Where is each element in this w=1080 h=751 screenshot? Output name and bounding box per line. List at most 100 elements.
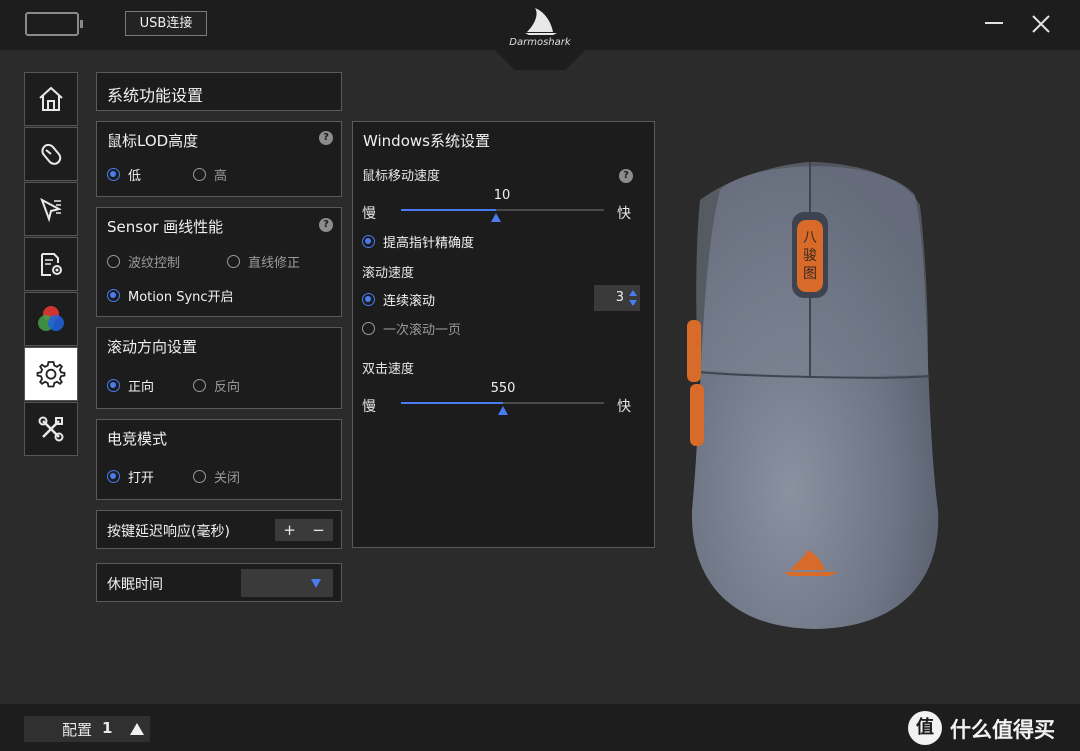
help-icon[interactable]: ? (319, 131, 333, 145)
radio-dot (107, 470, 120, 483)
pointer-speed-fast-label: 快 (617, 206, 631, 222)
scroll-lines-value: 3 (615, 290, 624, 305)
sidebar-item-rgb[interactable] (24, 292, 78, 346)
radio-dot (107, 379, 120, 392)
svg-text:八: 八 (803, 230, 817, 246)
shark-fin-icon (525, 8, 557, 35)
double-click-speed-title: 双击速度 (362, 362, 415, 377)
sleep-title: 休眠时间 (107, 577, 163, 593)
double-click-speed-value: 550 (490, 381, 516, 396)
pointer-speed-slider[interactable] (401, 209, 604, 211)
sidebar-item-mouse[interactable] (24, 127, 78, 181)
lod-high-radio[interactable]: 高 (193, 165, 227, 184)
battery-icon (25, 12, 83, 36)
continuous-scroll-radio[interactable]: 连续滚动 (362, 290, 435, 309)
system-settings-header: 系统功能设置 (96, 72, 342, 111)
straight-correction-radio[interactable]: 直线修正 (227, 252, 300, 271)
esports-off-label: 关闭 (214, 471, 241, 486)
page-scroll-radio[interactable]: 一次滚动一页 (362, 319, 461, 338)
double-click-fast-label: 快 (617, 399, 631, 415)
slider-fill (401, 209, 497, 211)
dropdown-arrow-icon (311, 579, 321, 588)
stepper-arrows-icon[interactable] (629, 290, 637, 306)
profile-label: 配置 (62, 721, 93, 739)
watermark-text: 什么值得买 (950, 718, 1055, 742)
radio-dot (107, 168, 120, 181)
enhance-precision-label: 提高指针精确度 (383, 236, 475, 251)
footer-bar: 配置 1 值 什么值得买 (0, 704, 1080, 751)
help-icon[interactable]: ? (619, 169, 633, 183)
pointer-speed-slider-thumb[interactable] (491, 213, 502, 222)
scroll-direction-title: 滚动方向设置 (107, 338, 198, 356)
pointer-speed-slow-label: 慢 (362, 206, 376, 222)
lod-low-label: 低 (128, 169, 142, 184)
lod-high-label: 高 (214, 169, 228, 184)
debounce-minus-button[interactable]: − (304, 519, 333, 541)
profile-up-arrow-icon[interactable] (130, 723, 144, 735)
mouse-icon (41, 143, 62, 165)
minimize-button[interactable] (985, 22, 1003, 24)
ripple-control-label: 波纹控制 (128, 256, 181, 271)
radio-dot (227, 255, 240, 268)
pointer-speed-value: 10 (493, 188, 511, 203)
ripple-control-radio[interactable]: 波纹控制 (107, 252, 180, 271)
watermark-logo: 值 (908, 711, 942, 745)
radio-dot (107, 255, 120, 268)
gear-icon (36, 361, 66, 388)
lod-low-radio[interactable]: 低 (107, 165, 141, 184)
debounce-panel: 按键延迟响应(毫秒) + − (96, 510, 342, 549)
double-click-speed-slider[interactable] (401, 402, 604, 404)
sleep-time-select[interactable] (241, 569, 333, 597)
scroll-reverse-radio[interactable]: 反向 (193, 376, 240, 395)
mouse-product-image: 八 骏 图 (687, 162, 939, 629)
home-icon (39, 86, 63, 111)
usb-connection-button[interactable]: USB连接 (125, 11, 207, 36)
svg-text:图: 图 (803, 266, 817, 282)
brand-logo: Darmoshark (495, 0, 585, 70)
sleep-panel: 休眠时间 (96, 563, 342, 602)
windows-settings-panel: Windows系统设置 鼠标移动速度 ? 10 慢 快 提高指针精确度 滚动速度… (352, 121, 655, 548)
sensor-title: Sensor 画线性能 (107, 218, 224, 236)
pointer-speed-title: 鼠标移动速度 (362, 169, 441, 184)
radio-dot (362, 293, 375, 306)
radio-dot (362, 322, 375, 335)
close-button[interactable] (1030, 13, 1052, 35)
profile-selector[interactable]: 配置 1 (24, 716, 150, 742)
help-icon[interactable]: ? (319, 218, 333, 232)
scroll-forward-label: 正向 (128, 380, 155, 395)
page-title: 系统功能设置 (107, 86, 204, 105)
straight-correction-label: 直线修正 (248, 256, 301, 271)
radio-dot (193, 168, 206, 181)
sidebar-item-home[interactable] (24, 72, 78, 126)
radio-dot (193, 470, 206, 483)
esports-on-label: 打开 (128, 471, 155, 486)
lod-panel: 鼠标LOD高度 ? 低 高 (96, 121, 342, 197)
scroll-forward-radio[interactable]: 正向 (107, 376, 154, 395)
profile-number: 1 (102, 719, 113, 737)
radio-dot (107, 289, 120, 302)
scroll-lines-stepper[interactable]: 3 (594, 285, 640, 311)
sidebar-item-pointer[interactable] (24, 182, 78, 236)
esports-mode-title: 电竞模式 (107, 430, 168, 448)
sidebar-item-settings[interactable] (24, 347, 78, 401)
motion-sync-label: Motion Sync开启 (128, 290, 234, 305)
windows-settings-title: Windows系统设置 (363, 132, 490, 150)
sensor-panel: Sensor 画线性能 ? 波纹控制 直线修正 Motion Sync开启 (96, 207, 342, 317)
sidebar-item-document-settings[interactable] (24, 237, 78, 291)
sidebar (24, 72, 78, 456)
svg-text:骏: 骏 (803, 248, 817, 264)
enhance-precision-radio[interactable]: 提高指针精确度 (362, 232, 474, 251)
slider-fill (401, 402, 503, 404)
radio-dot (193, 379, 206, 392)
radio-dot (362, 235, 375, 248)
lod-title: 鼠标LOD高度 (107, 132, 199, 150)
double-click-speed-slider-thumb[interactable] (497, 406, 508, 415)
brand-name: Darmoshark (509, 37, 571, 48)
motion-sync-radio[interactable]: Motion Sync开启 (107, 286, 234, 305)
debounce-plus-button[interactable]: + (275, 519, 304, 541)
esports-off-radio[interactable]: 关闭 (193, 467, 240, 486)
document-settings-icon (41, 253, 62, 276)
esports-on-radio[interactable]: 打开 (107, 467, 154, 486)
scroll-speed-title: 滚动速度 (362, 266, 415, 281)
sidebar-item-tools[interactable] (24, 402, 78, 456)
